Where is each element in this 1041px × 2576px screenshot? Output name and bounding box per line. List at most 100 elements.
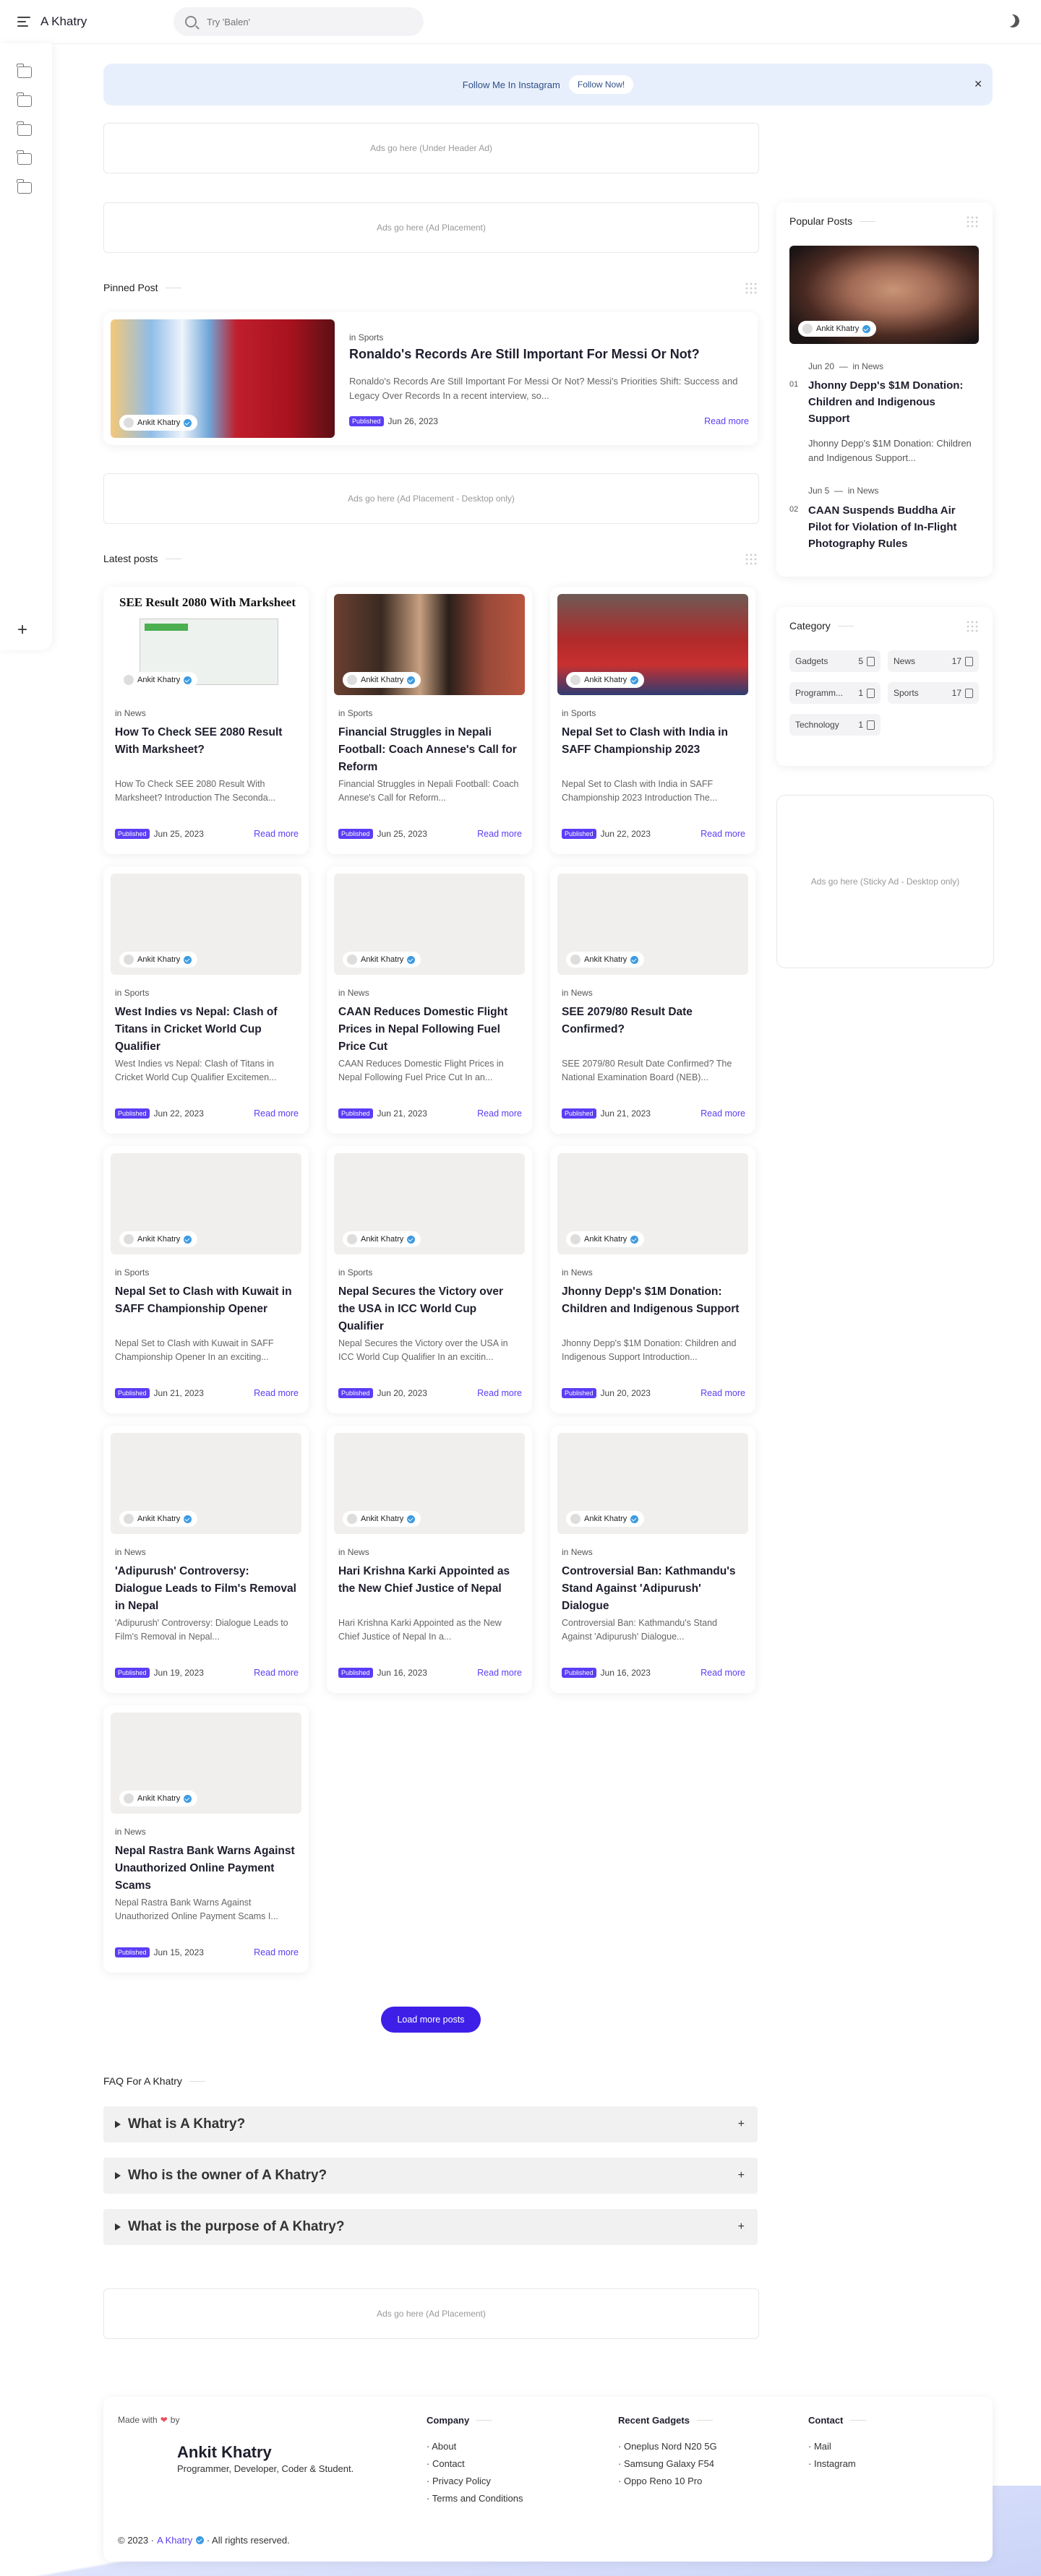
close-icon[interactable]: ✕ <box>974 78 982 90</box>
folder-icon[interactable] <box>17 121 32 136</box>
post-title[interactable]: Nepal Secures the Victory over the USA i… <box>338 1283 522 1335</box>
post-title[interactable]: How To Check SEE 2080 Result With Marksh… <box>115 724 299 759</box>
pinned-post-title[interactable]: Ronaldo's Records Are Still Important Fo… <box>349 347 740 362</box>
author-chip[interactable]: Ankit Khatry <box>566 672 645 688</box>
post-thumbnail[interactable]: Ankit Khatry <box>111 1433 301 1534</box>
category-link[interactable]: News <box>857 486 878 496</box>
author-chip[interactable]: Ankit Khatry <box>119 1791 198 1806</box>
read-more-link[interactable]: Read more <box>701 1108 745 1119</box>
post-title[interactable]: Nepal Rastra Bank Warns Against Unauthor… <box>115 1843 299 1895</box>
author-chip[interactable]: Ankit Khatry <box>566 952 645 968</box>
post-thumbnail[interactable]: Ankit Khatry <box>111 874 301 975</box>
post-title[interactable]: Nepal Set to Clash with Kuwait in SAFF C… <box>115 1283 299 1318</box>
post-title[interactable]: Jhonny Depp's $1M Donation: Children and… <box>562 1283 745 1318</box>
post-title[interactable]: Financial Struggles in Nepali Football: … <box>338 724 522 776</box>
footer-link-gadget[interactable]: · Oneplus Nord N20 5G <box>618 2441 717 2452</box>
post-card[interactable]: Ankit Khatry in Sports Nepal Secures the V… <box>327 1146 532 1413</box>
author-chip[interactable]: Ankit Khatry <box>119 672 198 688</box>
footer-link-about[interactable]: · About <box>427 2441 456 2452</box>
folder-icon[interactable] <box>17 150 32 165</box>
author-chip[interactable]: Ankit Khatry <box>798 321 877 337</box>
post-title[interactable]: Nepal Set to Clash with India in SAFF Ch… <box>562 724 745 759</box>
post-thumbnail[interactable]: SEE Result 2080 With Marksheet Ankit Khat… <box>111 594 301 695</box>
footer-link-gadget[interactable]: · Oppo Reno 10 Pro <box>618 2476 702 2486</box>
footer-brand-link[interactable]: A Khatry <box>157 2535 192 2546</box>
author-chip[interactable]: Ankit Khatry <box>343 952 421 968</box>
search-input[interactable] <box>205 15 411 28</box>
post-card[interactable]: Ankit Khatry in News 'Adipurush' Controver… <box>103 1426 309 1693</box>
category-link[interactable]: News <box>571 1267 593 1278</box>
search-bar[interactable] <box>174 7 424 36</box>
category-link[interactable]: Sports <box>571 708 596 718</box>
dark-mode-icon[interactable] <box>1004 12 1021 29</box>
category-link[interactable]: News <box>571 988 593 998</box>
category-link[interactable]: News <box>348 1547 369 1557</box>
follow-now-button[interactable]: Follow Now! <box>568 75 634 94</box>
folder-icon[interactable] <box>17 179 32 194</box>
footer-link-privacy[interactable]: · Privacy Policy <box>427 2476 491 2486</box>
post-card[interactable]: Ankit Khatry in News Hari Krishna Karki Ap… <box>327 1426 532 1693</box>
faq-item[interactable]: Who is the owner of A Khatry? + <box>103 2158 758 2194</box>
post-card[interactable]: Ankit Khatry in News CAAN Reduces Domestic… <box>327 866 532 1134</box>
category-chip[interactable]: Technology 1 <box>789 714 881 736</box>
post-card[interactable]: Ankit Khatry in Sports West Indies vs Nepa… <box>103 866 309 1134</box>
category-link[interactable]: Sports <box>124 1267 150 1278</box>
read-more-link[interactable]: Read more <box>701 829 745 839</box>
read-more-link[interactable]: Read more <box>477 1388 522 1398</box>
folder-icon[interactable] <box>17 64 32 78</box>
pinned-post-card[interactable]: Ankit Khatry in Sports Ronaldo's Records… <box>103 312 758 445</box>
post-thumbnail[interactable]: Ankit Khatry <box>557 594 748 695</box>
author-chip[interactable]: Ankit Khatry <box>119 1231 198 1247</box>
footer-link-terms[interactable]: · Terms and Conditions <box>427 2493 523 2504</box>
post-thumbnail[interactable]: Ankit Khatry <box>334 1433 525 1534</box>
read-more-link[interactable]: Read more <box>477 1108 522 1119</box>
post-thumbnail[interactable]: Ankit Khatry <box>334 1153 525 1254</box>
read-more-link[interactable]: Read more <box>701 1388 745 1398</box>
category-link[interactable]: Sports <box>359 332 384 343</box>
category-link[interactable]: News <box>124 1547 146 1557</box>
popular-post-title[interactable]: Jhonny Depp's $1M Donation: Children and… <box>808 377 974 427</box>
post-card[interactable]: Ankit Khatry in News Jhonny Depp's $1M Don… <box>550 1146 755 1413</box>
read-more-link[interactable]: Read more <box>254 1108 299 1119</box>
author-chip[interactable]: Ankit Khatry <box>119 1511 198 1527</box>
read-more-link[interactable]: Read more <box>254 1947 299 1957</box>
post-title[interactable]: Hari Krishna Karki Appointed as the New … <box>338 1563 522 1598</box>
post-thumbnail[interactable]: Ankit Khatry <box>111 1713 301 1814</box>
read-more-link[interactable]: Read more <box>701 1668 745 1678</box>
post-thumbnail[interactable]: Ankit Khatry <box>334 594 525 695</box>
author-chip[interactable]: Ankit Khatry <box>343 1511 421 1527</box>
category-chip[interactable]: Gadgets 5 <box>789 650 881 672</box>
post-thumbnail[interactable]: Ankit Khatry <box>557 1433 748 1534</box>
load-more-button[interactable]: Load more posts <box>381 2007 481 2033</box>
author-chip[interactable]: Ankit Khatry <box>343 672 421 688</box>
author-chip[interactable]: Ankit Khatry <box>119 415 198 431</box>
post-thumbnail[interactable]: Ankit Khatry <box>334 874 525 975</box>
post-thumbnail[interactable]: Ankit Khatry <box>111 1153 301 1254</box>
read-more-link[interactable]: Read more <box>477 829 522 839</box>
post-card[interactable]: Ankit Khatry in Sports Financial Struggles… <box>327 587 532 854</box>
category-link[interactable]: Sports <box>348 708 373 718</box>
popular-post-image[interactable]: Ankit Khatry <box>789 246 979 344</box>
category-link[interactable]: News <box>571 1547 593 1557</box>
faq-item[interactable]: What is A Khatry? + <box>103 2106 758 2142</box>
read-more-link[interactable]: Read more <box>477 1668 522 1678</box>
post-title[interactable]: West Indies vs Nepal: Clash of Titans in… <box>115 1004 299 1056</box>
post-card[interactable]: Ankit Khatry in Sports Nepal Set to Clash … <box>550 587 755 854</box>
site-brand[interactable]: A Khatry <box>40 14 87 29</box>
post-title[interactable]: SEE 2079/80 Result Date Confirmed? <box>562 1004 745 1038</box>
menu-icon[interactable] <box>17 17 30 27</box>
category-link[interactable]: Sports <box>348 1267 373 1278</box>
post-thumbnail[interactable]: Ankit Khatry <box>557 1153 748 1254</box>
category-link[interactable]: News <box>862 361 883 371</box>
read-more-link[interactable]: Read more <box>704 416 749 426</box>
read-more-link[interactable]: Read more <box>254 829 299 839</box>
folder-icon[interactable] <box>17 92 32 107</box>
author-chip[interactable]: Ankit Khatry <box>566 1231 645 1247</box>
category-chip[interactable]: Sports 17 <box>888 682 979 704</box>
post-thumbnail[interactable]: Ankit Khatry <box>557 874 748 975</box>
post-card[interactable]: SEE Result 2080 With Marksheet Ankit Khat… <box>103 587 309 854</box>
category-chip[interactable]: Programm... 1 <box>789 682 881 704</box>
author-chip[interactable]: Ankit Khatry <box>566 1511 645 1527</box>
post-card[interactable]: Ankit Khatry in Sports Nepal Set to Clash … <box>103 1146 309 1413</box>
category-link[interactable]: News <box>348 988 369 998</box>
